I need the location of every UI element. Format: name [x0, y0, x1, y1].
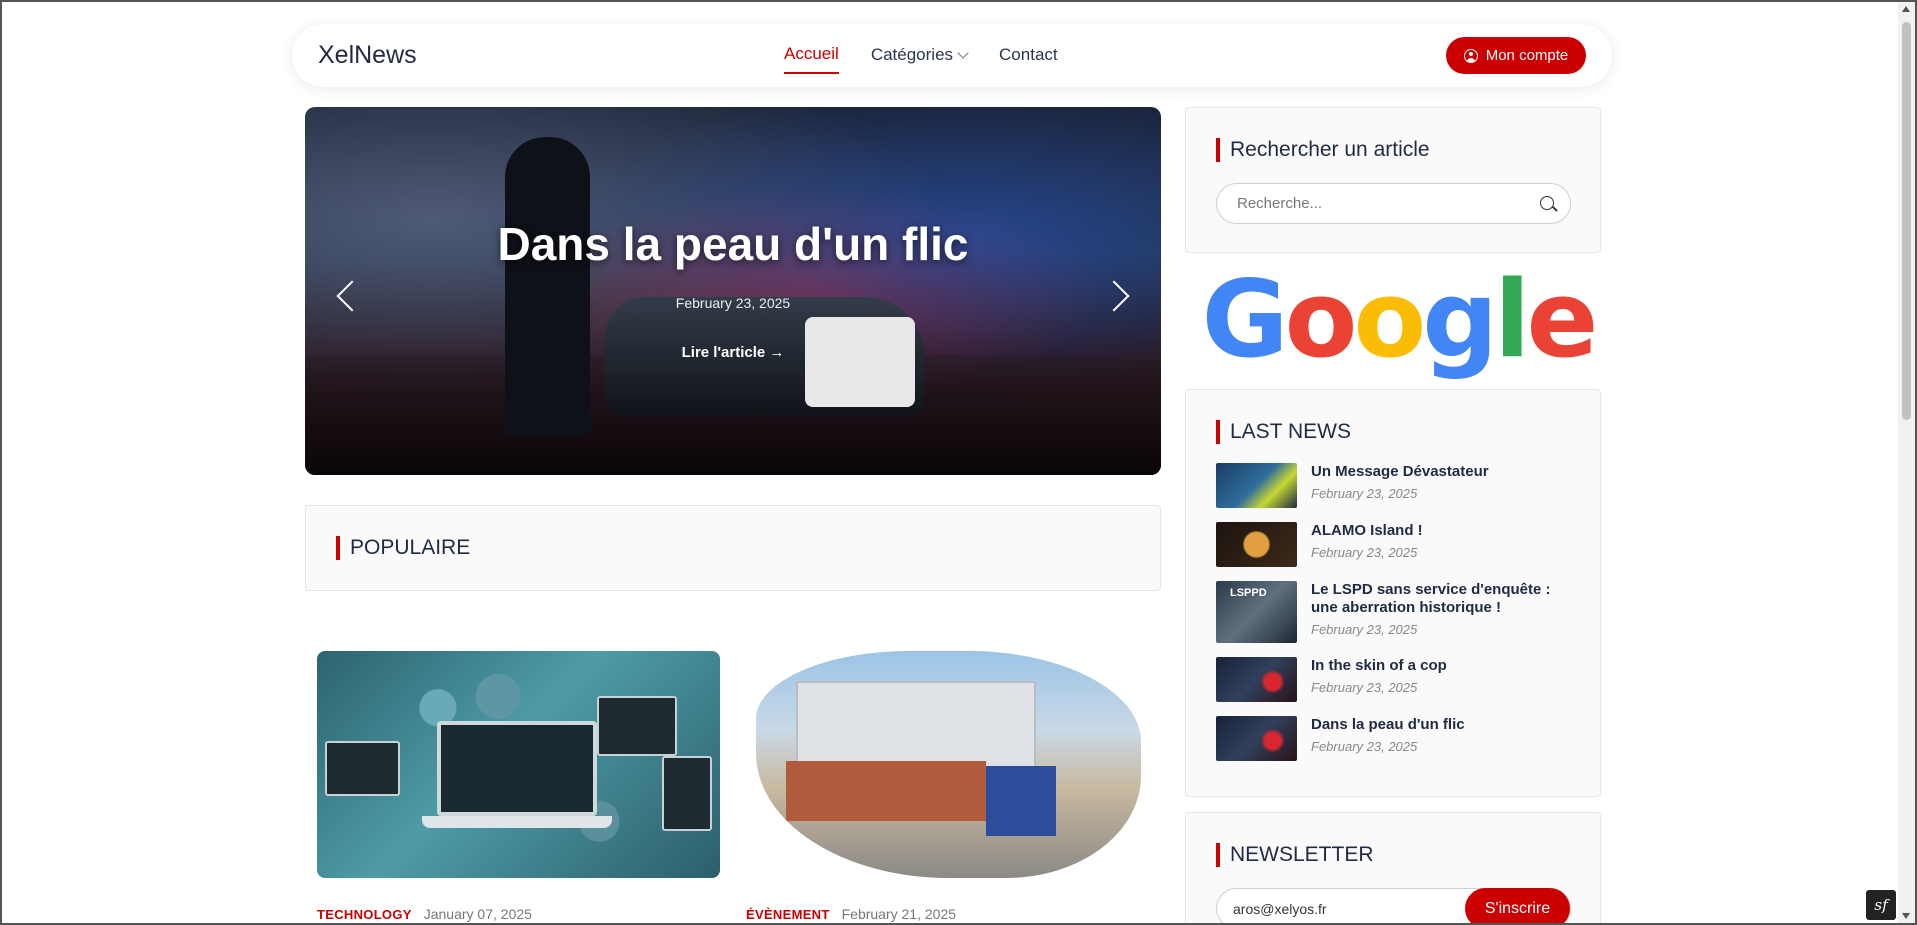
nav-home-label: Accueil: [784, 44, 839, 63]
last-news-title: LAST NEWS: [1216, 420, 1351, 444]
news-date: February 23, 2025: [1311, 545, 1418, 560]
list-item[interactable]: Dans la peau d'un flic February 23, 2025: [1216, 716, 1576, 761]
newsletter-email-input[interactable]: aros@xelyos.fr S'inscrire: [1216, 888, 1571, 923]
article-date: February 21, 2025: [841, 906, 957, 922]
hero-image-officer: [505, 137, 590, 437]
newsletter-title-text: NEWSLETTER: [1230, 843, 1374, 866]
news-title[interactable]: Dans la peau d'un flic: [1311, 716, 1465, 734]
search-input[interactable]: Recherche...: [1216, 183, 1571, 224]
news-date: February 23, 2025: [1311, 739, 1418, 754]
list-item[interactable]: Un Message Dévastateur February 23, 2025: [1216, 463, 1576, 508]
search-title: Rechercher un article: [1216, 138, 1430, 162]
search-placeholder: Recherche...: [1237, 195, 1323, 212]
nav-categories[interactable]: Catégories: [870, 44, 969, 74]
hero-read-link[interactable]: Lire l'article →: [305, 344, 1161, 361]
article-card-meta: ÉVÈNEMENT February 21, 2025: [746, 906, 1149, 922]
article-card-image[interactable]: [746, 651, 1149, 878]
image-blob: [756, 651, 1141, 878]
news-title[interactable]: Le LSPD sans service d'enquête : une abe…: [1311, 581, 1576, 617]
news-date: February 23, 2025: [1311, 622, 1418, 637]
search-title-text: Rechercher un article: [1230, 138, 1430, 161]
news-title[interactable]: Un Message Dévastateur: [1311, 463, 1489, 481]
news-thumbnail[interactable]: [1216, 716, 1297, 761]
chevron-down-icon: [957, 46, 969, 59]
article-category[interactable]: TECHNOLOGY: [317, 907, 412, 922]
title-accent-bar: [1216, 843, 1220, 867]
page-scrollbar[interactable]: [1898, 2, 1915, 923]
search-icon[interactable]: [1540, 196, 1554, 210]
article-card-image[interactable]: [317, 651, 720, 878]
account-button-label: Mon compte: [1485, 47, 1569, 64]
newsletter-email-value: aros@xelyos.fr: [1233, 900, 1327, 917]
title-accent-bar: [336, 536, 340, 560]
scroll-thumb[interactable]: [1902, 22, 1911, 420]
news-date: February 23, 2025: [1311, 486, 1418, 501]
search-widget: Rechercher un article Recherche...: [1185, 107, 1601, 253]
main-nav: Accueil Catégories Contact: [784, 44, 1058, 74]
newsletter-subscribe-button[interactable]: S'inscrire: [1465, 888, 1570, 923]
scroll-down-icon[interactable]: [1902, 913, 1910, 919]
popular-title: POPULAIRE: [336, 536, 470, 560]
news-thumbnail[interactable]: [1216, 463, 1297, 508]
last-news-widget: LAST NEWS Un Message Dévastateur Februar…: [1185, 389, 1601, 797]
list-item[interactable]: ALAMO Island ! February 23, 2025: [1216, 522, 1576, 567]
image-screen: [597, 696, 677, 756]
nav-categories-label: Catégories: [870, 45, 954, 64]
google-logo[interactable]: Google: [1202, 258, 1599, 381]
image-screen: [325, 741, 400, 796]
symfony-toolbar-icon[interactable]: sf: [1866, 890, 1896, 920]
article-card[interactable]: TECHNOLOGY January 07, 2025: [317, 651, 720, 922]
article-category[interactable]: ÉVÈNEMENT: [746, 907, 830, 922]
news-title[interactable]: In the skin of a cop: [1311, 657, 1447, 675]
hero-image-car-door: [805, 317, 915, 407]
account-button[interactable]: Mon compte: [1446, 37, 1586, 74]
image-laptop-base: [422, 816, 612, 828]
newsletter-title: NEWSLETTER: [1216, 843, 1374, 867]
news-date: February 23, 2025: [1311, 680, 1418, 695]
popular-section: POPULAIRE: [305, 505, 1161, 591]
hero-title[interactable]: Dans la peau d'un flic: [305, 217, 1161, 271]
news-thumbnail[interactable]: [1216, 657, 1297, 702]
title-accent-bar: [1216, 138, 1220, 162]
image-building-low: [786, 761, 986, 821]
article-date: January 07, 2025: [423, 906, 532, 922]
title-accent-bar: [1216, 420, 1220, 444]
news-title[interactable]: ALAMO Island !: [1311, 522, 1423, 540]
list-item[interactable]: Le LSPD sans service d'enquête : une abe…: [1216, 581, 1576, 643]
nav-contact[interactable]: Contact: [999, 44, 1058, 74]
list-item[interactable]: In the skin of a cop February 23, 2025: [1216, 657, 1576, 702]
news-thumbnail[interactable]: [1216, 522, 1297, 567]
newsletter-widget: NEWSLETTER aros@xelyos.fr S'inscrire: [1185, 812, 1601, 923]
article-card-meta: TECHNOLOGY January 07, 2025: [317, 906, 720, 922]
scroll-up-icon[interactable]: [1902, 6, 1910, 12]
last-news-title-text: LAST NEWS: [1230, 420, 1351, 443]
popular-title-text: POPULAIRE: [350, 536, 471, 559]
image-screen: [662, 756, 712, 831]
news-thumbnail[interactable]: [1216, 581, 1297, 643]
hero-carousel[interactable]: Dans la peau d'un flic February 23, 2025…: [305, 107, 1161, 475]
page: XelNews Accueil Catégories Contact Mon c…: [2, 2, 1900, 923]
image-kiosk: [986, 766, 1056, 836]
site-logo[interactable]: XelNews: [318, 41, 417, 70]
hero-date: February 23, 2025: [675, 295, 791, 311]
last-news-list: Un Message Dévastateur February 23, 2025…: [1216, 463, 1576, 775]
article-card[interactable]: ÉVÈNEMENT February 21, 2025: [746, 651, 1149, 922]
image-laptop: [437, 721, 597, 816]
nav-home[interactable]: Accueil: [784, 44, 839, 74]
user-circle-icon: [1463, 48, 1478, 63]
nav-contact-label: Contact: [999, 45, 1058, 64]
site-header: XelNews Accueil Catégories Contact Mon c…: [292, 24, 1612, 87]
